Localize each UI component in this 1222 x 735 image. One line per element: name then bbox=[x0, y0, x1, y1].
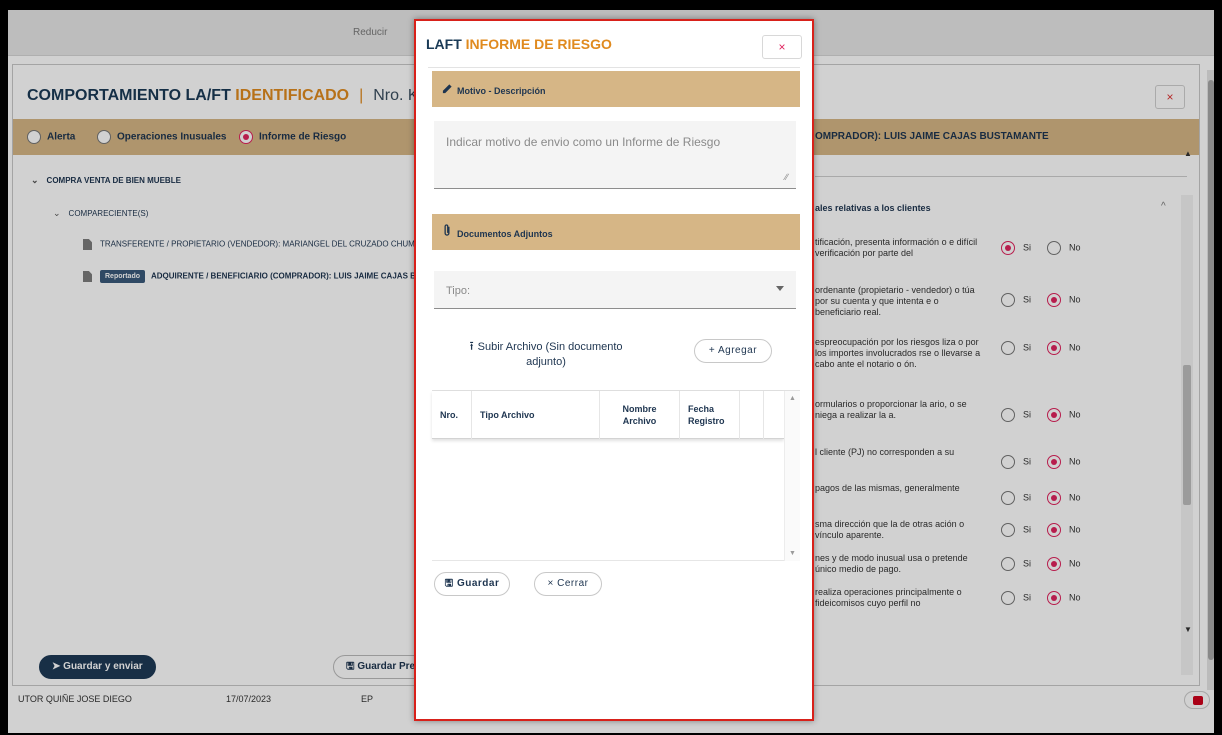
column-header-nro[interactable]: Nro. bbox=[432, 391, 472, 439]
tipo-select[interactable]: Tipo: bbox=[434, 271, 796, 309]
table-header: Nro. Tipo Archivo Nombre Archivo Fecha R… bbox=[432, 391, 784, 439]
modal-title-part-1: LAFT bbox=[426, 36, 462, 52]
column-header-tipo-archivo[interactable]: Tipo Archivo bbox=[472, 391, 600, 439]
upload-icon: ⭱ bbox=[469, 339, 474, 353]
resize-grip-icon[interactable]: ∕∕ bbox=[785, 172, 788, 182]
table-body bbox=[432, 439, 784, 561]
divider bbox=[428, 67, 800, 68]
textarea-placeholder: Indicar motivo de envio como un Informe … bbox=[446, 135, 721, 149]
informe-riesgo-modal: LAFT INFORME DE RIESGO × Motivo - Descri… bbox=[414, 19, 814, 721]
section-documentos-label: Documentos Adjuntos bbox=[457, 229, 553, 239]
pencil-icon bbox=[442, 81, 453, 99]
modal-title: LAFT INFORME DE RIESGO bbox=[426, 36, 612, 52]
modal-cancel-button[interactable]: × Cerrar bbox=[534, 572, 602, 596]
column-header-actions bbox=[740, 391, 764, 439]
paperclip-icon bbox=[442, 224, 452, 242]
modal-save-label: Guardar bbox=[456, 578, 500, 589]
upload-file-link[interactable]: ⭱ Subir Archivo (Sin documento adjunto) bbox=[456, 339, 636, 370]
modal-title-part-2: INFORME DE RIESGO bbox=[465, 36, 612, 52]
column-header-nombre-archivo[interactable]: Nombre Archivo bbox=[600, 391, 680, 439]
attachments-table: Nro. Tipo Archivo Nombre Archivo Fecha R… bbox=[432, 390, 800, 561]
modal-close-button[interactable]: × bbox=[762, 35, 802, 59]
column-header-fecha-registro[interactable]: Fecha Registro bbox=[680, 391, 740, 439]
dropdown-arrow-icon[interactable] bbox=[776, 286, 784, 291]
motivo-textarea[interactable]: Indicar motivo de envio como un Informe … bbox=[434, 121, 796, 189]
floppy-icon: 🖫 bbox=[444, 578, 457, 589]
modal-save-button[interactable]: 🖫 Guardar bbox=[434, 572, 510, 596]
add-button[interactable]: + Agregar bbox=[694, 339, 772, 363]
section-motivo-header: Motivo - Descripción bbox=[432, 71, 800, 107]
scroll-down-icon[interactable]: ▼ bbox=[789, 550, 796, 557]
section-documentos-header: Documentos Adjuntos bbox=[432, 214, 800, 250]
select-placeholder: Tipo: bbox=[446, 285, 471, 297]
table-scrollbar[interactable]: ▲ ▼ bbox=[784, 391, 800, 561]
upload-label: Subir Archivo (Sin documento adjunto) bbox=[477, 341, 623, 368]
section-motivo-label: Motivo - Descripción bbox=[457, 86, 546, 96]
scroll-up-icon[interactable]: ▲ bbox=[789, 395, 796, 402]
